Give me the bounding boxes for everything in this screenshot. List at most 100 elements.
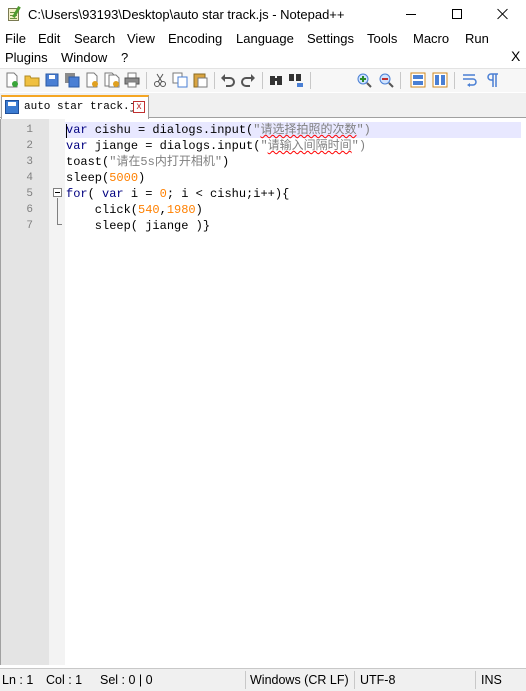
print-icon[interactable] xyxy=(124,72,140,88)
menu-edit[interactable]: Edit xyxy=(38,31,60,46)
code-line[interactable]: for( var i = 0; i < cishu;i++){ xyxy=(66,186,289,202)
code-line[interactable]: click(540,1980) xyxy=(66,202,203,218)
code-token: click( xyxy=(66,203,139,217)
close-all-icon[interactable] xyxy=(104,72,120,88)
save-icon[interactable] xyxy=(44,72,60,88)
tab-bar: auto star track.js x xyxy=(0,93,526,119)
line-number: 7 xyxy=(26,220,33,232)
menu-file[interactable]: File xyxy=(5,31,26,46)
close-document-button[interactable]: X xyxy=(511,48,520,64)
menu-bar: File Edit Search View Encoding Language … xyxy=(0,29,526,67)
status-column: Col : 1 xyxy=(46,673,83,687)
menu-view[interactable]: View xyxy=(127,31,155,46)
code-token: ") xyxy=(351,139,367,153)
code-token: 540 xyxy=(138,203,160,217)
code-token: sleep( xyxy=(66,171,110,185)
save-all-icon[interactable] xyxy=(64,72,80,88)
toolbar-separator xyxy=(400,72,401,89)
paste-icon[interactable] xyxy=(192,72,208,88)
menu-help[interactable]: ? xyxy=(121,50,128,65)
redo-icon[interactable] xyxy=(240,72,256,88)
zoom-out-icon[interactable] xyxy=(378,72,394,88)
code-token: var xyxy=(102,187,124,201)
undo-icon[interactable] xyxy=(220,72,236,88)
code-token: ) xyxy=(195,203,203,217)
code-token: for xyxy=(66,187,88,201)
code-line[interactable]: var cishu = dialogs.input("请选择拍照的次数") xyxy=(66,122,371,138)
toolbar-separator xyxy=(146,72,147,89)
menu-tools[interactable]: Tools xyxy=(367,31,397,46)
line-number: 3 xyxy=(26,156,33,168)
status-eol[interactable]: Windows (CR LF) xyxy=(250,673,349,687)
cut-icon[interactable] xyxy=(152,72,168,88)
replace-icon[interactable] xyxy=(288,72,304,88)
menu-encoding[interactable]: Encoding xyxy=(168,31,222,46)
copy-icon[interactable] xyxy=(172,72,188,88)
code-line[interactable]: sleep(5000) xyxy=(66,170,145,186)
code-line[interactable]: sleep( jiange )} xyxy=(66,218,210,234)
code-token: ; i < cishu;i++){ xyxy=(166,187,290,201)
menu-run[interactable]: Run xyxy=(465,31,489,46)
toolbar-separator xyxy=(262,72,263,89)
status-selection: Sel : 0 | 0 xyxy=(100,673,153,687)
code-token: ( xyxy=(87,187,103,201)
open-file-icon[interactable] xyxy=(24,72,40,88)
toolbar xyxy=(0,68,526,92)
maximize-icon xyxy=(452,9,462,19)
status-separator xyxy=(245,671,246,689)
close-icon[interactable] xyxy=(84,72,100,88)
menu-window[interactable]: Window xyxy=(61,50,107,65)
code-token: , xyxy=(159,203,167,217)
menu-macro[interactable]: Macro xyxy=(413,31,449,46)
fold-guide-line xyxy=(57,198,58,224)
zoom-in-icon[interactable] xyxy=(356,72,372,88)
menu-search[interactable]: Search xyxy=(74,31,115,46)
code-line[interactable]: toast("请在5s内打开相机") xyxy=(66,154,229,170)
new-file-icon[interactable] xyxy=(4,72,20,88)
saved-file-icon xyxy=(5,100,19,114)
tab-auto-star-track[interactable]: auto star track.js x xyxy=(1,95,149,119)
code-token: 1980 xyxy=(166,203,196,217)
code-editor[interactable]: 1 var cishu = dialogs.input("请选择拍照的次数") 2 v… xyxy=(0,119,526,665)
minimize-icon xyxy=(406,13,416,15)
toolbar-separator xyxy=(454,72,455,89)
menu-settings[interactable]: Settings xyxy=(307,31,354,46)
code-token: sleep( jiange )} xyxy=(66,219,211,233)
code-token: 5000 xyxy=(109,171,139,185)
minimize-button[interactable] xyxy=(388,0,434,28)
word-wrap-icon[interactable] xyxy=(462,72,478,88)
line-number: 5 xyxy=(26,188,33,200)
tab-close-button[interactable]: x xyxy=(133,101,145,113)
code-token: 0 xyxy=(159,187,167,201)
line-number: 2 xyxy=(26,140,33,152)
status-insert-mode[interactable]: INS xyxy=(481,673,502,687)
tab-label: auto star track.js xyxy=(24,101,143,113)
code-token: i = xyxy=(123,187,160,201)
code-token: var xyxy=(66,139,88,153)
code-token: ") xyxy=(356,123,371,137)
code-token: cishu = dialogs.input( xyxy=(87,123,254,137)
toolbar-separator xyxy=(214,72,215,89)
line-number: 6 xyxy=(26,204,33,216)
status-encoding[interactable]: UTF-8 xyxy=(360,673,395,687)
menu-language[interactable]: Language xyxy=(236,31,294,46)
code-token: jiange = dialogs.input( xyxy=(87,139,261,153)
fold-toggle-icon[interactable] xyxy=(53,188,62,197)
text-caret xyxy=(66,124,67,138)
code-token: " xyxy=(260,139,268,153)
show-all-chars-icon[interactable] xyxy=(484,72,500,88)
menu-plugins[interactable]: Plugins xyxy=(5,50,48,65)
status-line: Ln : 1 xyxy=(2,673,34,687)
code-token: 请输入间隔时间 xyxy=(267,139,352,153)
sync-horizontal-icon[interactable] xyxy=(432,72,448,88)
maximize-button[interactable] xyxy=(434,0,480,28)
status-bar: Ln : 1 Col : 1 Sel : 0 | 0 Windows (CR L… xyxy=(0,668,526,691)
line-number: 4 xyxy=(26,172,33,184)
find-icon[interactable] xyxy=(268,72,284,88)
code-token: var xyxy=(66,123,88,137)
code-line[interactable]: var jiange = dialogs.input("请输入间隔时间") xyxy=(66,138,366,154)
sync-vertical-icon[interactable] xyxy=(410,72,426,88)
code-token: ) xyxy=(138,171,146,185)
close-window-button[interactable] xyxy=(480,0,526,28)
code-token: toast( xyxy=(66,155,110,169)
